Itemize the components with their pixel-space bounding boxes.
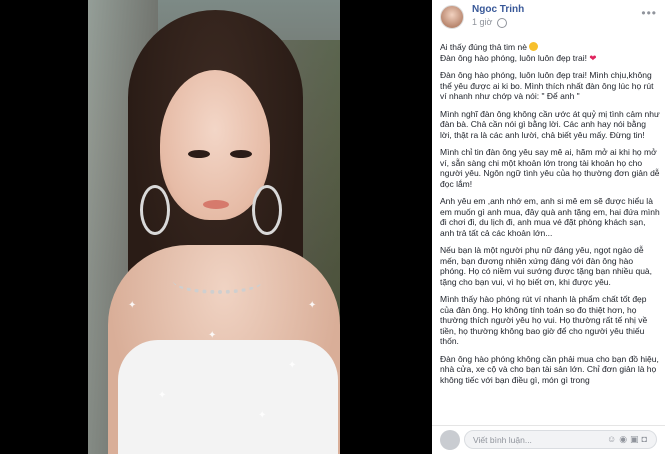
post-line-1: Ai thấy đúng thả tim nè	[440, 42, 527, 52]
avatar	[440, 430, 460, 450]
sparkle-icon: ✦	[308, 300, 317, 311]
post-paragraph: Đàn ông hào phóng, luôn luôn đẹp trai! M…	[440, 70, 654, 101]
post-sidebar: Ngoc Trinh 1 giờ ••• Ai thấy đúng thả ti…	[432, 0, 665, 454]
emoji-icon[interactable]: ☺	[607, 434, 619, 444]
photo-left-earring	[140, 185, 170, 235]
comment-bar: Viết bình luận... ☺◉▣◘	[432, 425, 665, 454]
heart-face-emoji-icon	[529, 42, 539, 51]
post-paragraph: Mình thấy hào phóng rút ví nhanh là phẩm…	[440, 294, 648, 346]
camera-icon[interactable]: ◉	[619, 434, 630, 444]
photo-lips	[203, 200, 229, 209]
photo-necklace	[173, 268, 263, 294]
sticker-icon[interactable]: ◘	[642, 434, 650, 444]
post-paragraph: Nếu bạn là một người phụ nữ đáng yêu, ng…	[440, 245, 653, 287]
author-name[interactable]: Ngoc Trinh	[472, 4, 524, 15]
post-paragraph: Mình chỉ tin đàn ông yêu say mê ai, hăm …	[440, 147, 660, 189]
photo-right-eye	[230, 150, 252, 158]
avatar[interactable]	[440, 5, 464, 29]
sparkle-icon: ✦	[208, 330, 217, 341]
globe-icon	[496, 17, 507, 28]
sparkle-icon: ✦	[258, 410, 267, 421]
timestamp-text: 1 giờ	[472, 17, 493, 27]
post-line-2: Đàn ông hào phóng, luôn luôn đẹp trai!	[440, 52, 587, 63]
more-options-icon[interactable]: •••	[641, 6, 657, 20]
sparkle-icon: ✦	[158, 390, 167, 401]
sparkle-icon: ✦	[288, 360, 297, 371]
post-text: Ai thấy đúng thả tim nè Đàn ông hào phón…	[440, 42, 660, 425]
heart-icon: ❤	[589, 52, 597, 63]
photo-viewer: ✦ ✦ ✦ ✦ ✦ ✦	[0, 0, 432, 454]
photo-right-earring	[252, 185, 282, 235]
post-line: Ai thấy đúng thả tim nè Đàn ông hào phón…	[440, 42, 660, 63]
sparkle-icon: ✦	[128, 300, 137, 311]
comment-icons: ☺◉▣◘	[607, 434, 650, 445]
post-paragraph: Đàn ông hào phóng không cần phải mua cho…	[440, 353, 659, 385]
post-timestamp[interactable]: 1 giờ	[472, 17, 507, 28]
gif-icon[interactable]: ▣	[630, 434, 642, 444]
photo-left-eye	[188, 150, 210, 158]
post-photo[interactable]: ✦ ✦ ✦ ✦ ✦ ✦	[88, 0, 340, 454]
post-paragraph: Mình nghĩ đàn ông không cần ước át quỷ m…	[440, 108, 660, 140]
post-paragraph: Anh yêu em ,anh nhớ em, anh si mê em sẽ …	[440, 196, 660, 238]
photo-white-top	[118, 340, 338, 454]
post-header: Ngoc Trinh 1 giờ •••	[432, 0, 665, 36]
comment-input[interactable]: Viết bình luận... ☺◉▣◘	[464, 430, 657, 449]
comment-placeholder: Viết bình luận...	[473, 435, 532, 445]
